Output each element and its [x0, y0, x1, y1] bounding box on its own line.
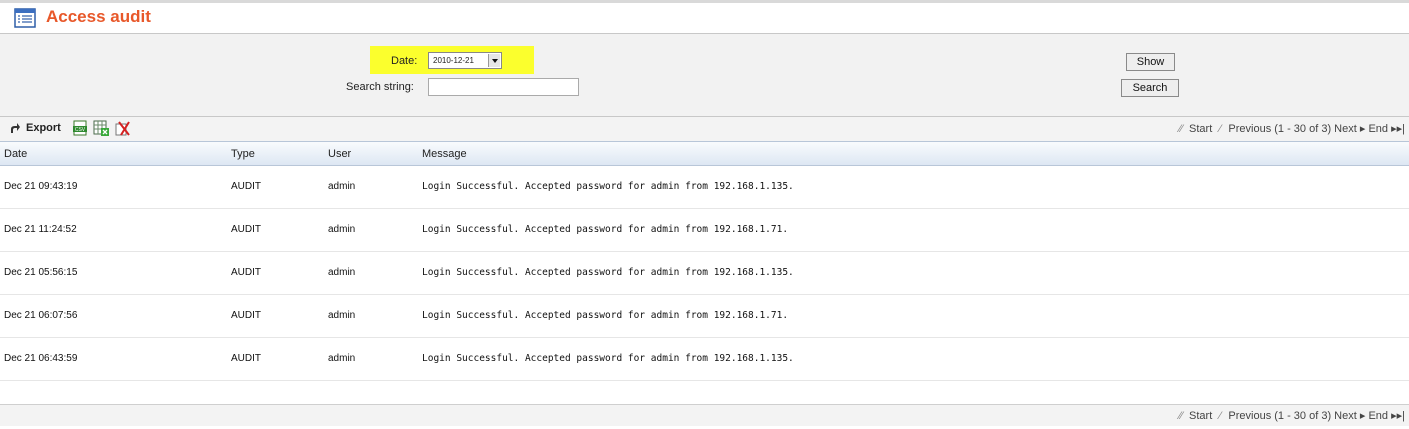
pager-bottom: ⁄⁄ Start ⁄ Previous (1 - 30 of 3) Next ▸… — [1176, 409, 1405, 425]
export-arrow-icon — [11, 123, 20, 133]
pager-range: (1 - 30 of 3) — [1274, 123, 1332, 135]
cell-user: admin — [328, 310, 356, 321]
date-select-value: 2010-12-21 — [433, 56, 474, 65]
excel-export-icon[interactable] — [93, 120, 109, 136]
bottom-pager-bar: ⁄⁄ Start ⁄ Previous (1 - 30 of 3) Next ▸… — [0, 404, 1409, 426]
svg-text:CSV: CSV — [75, 127, 86, 133]
date-label: Date: — [391, 55, 418, 67]
pager-next[interactable]: Next — [1334, 123, 1357, 135]
cell-user: admin — [328, 181, 356, 192]
table-row[interactable]: Dec 21 06:07:56 AUDIT admin Login Succes… — [0, 295, 1409, 338]
first-page-icon: ⁄⁄ — [1179, 410, 1183, 422]
table-row[interactable]: Dec 21 05:56:15 AUDIT admin Login Succes… — [0, 252, 1409, 295]
page-title: Access audit — [46, 7, 151, 26]
title-bar: Access audit — [0, 3, 1409, 33]
cell-message: Login Successful. Accepted password for … — [422, 224, 789, 235]
table-row[interactable]: Dec 21 11:24:52 AUDIT admin Login Succes… — [0, 209, 1409, 252]
cell-message: Login Successful. Accepted password for … — [422, 353, 794, 364]
column-header-message[interactable]: Message — [422, 148, 467, 160]
cell-date: Dec 21 06:43:59 — [4, 353, 78, 364]
filter-panel: Date: 2010-12-21 Search string: Show Sea… — [0, 33, 1409, 117]
show-button[interactable]: Show — [1126, 53, 1175, 71]
last-page-icon[interactable]: ▸▸| — [1391, 123, 1405, 135]
separator-icon: ⁄ — [1219, 123, 1222, 135]
next-page-icon[interactable]: ▸ — [1360, 123, 1366, 135]
table-list-icon — [14, 8, 36, 28]
cell-user: admin — [328, 353, 356, 364]
column-header-type[interactable]: Type — [231, 148, 255, 160]
delete-icon[interactable] — [115, 120, 131, 136]
column-header-user[interactable]: User — [328, 148, 351, 160]
pager-previous[interactable]: Previous — [1228, 123, 1271, 135]
cell-message: Login Successful. Accepted password for … — [422, 181, 794, 192]
cell-date: Dec 21 05:56:15 — [4, 267, 78, 278]
cell-user: admin — [328, 224, 356, 235]
pager-previous[interactable]: Previous — [1228, 410, 1271, 422]
date-select[interactable]: 2010-12-21 — [428, 52, 502, 69]
last-page-icon[interactable]: ▸▸| — [1391, 410, 1405, 422]
table-row[interactable]: Dec 21 09:43:19 AUDIT admin Login Succes… — [0, 166, 1409, 209]
chevron-down-icon[interactable] — [488, 54, 500, 67]
pager-end[interactable]: End — [1368, 410, 1388, 422]
next-page-icon[interactable]: ▸ — [1360, 410, 1366, 422]
separator-icon: ⁄ — [1219, 410, 1222, 422]
pager-top: ⁄⁄ Start ⁄ Previous (1 - 30 of 3) Next ▸… — [1176, 122, 1405, 138]
pager-start[interactable]: Start — [1189, 123, 1212, 135]
cell-type: AUDIT — [231, 267, 261, 278]
first-page-icon: ⁄⁄ — [1179, 123, 1183, 135]
export-label[interactable]: Export — [26, 122, 61, 134]
column-header-date[interactable]: Date — [4, 148, 27, 160]
cell-type: AUDIT — [231, 181, 261, 192]
cell-user: admin — [328, 267, 356, 278]
cell-date: Dec 21 06:07:56 — [4, 310, 78, 321]
cell-date: Dec 21 09:43:19 — [4, 181, 78, 192]
table-row[interactable]: Dec 21 06:43:59 AUDIT admin Login Succes… — [0, 338, 1409, 381]
search-button[interactable]: Search — [1121, 79, 1179, 97]
pager-next[interactable]: Next — [1334, 410, 1357, 422]
pager-range: (1 - 30 of 3) — [1274, 410, 1332, 422]
pager-end[interactable]: End — [1368, 123, 1388, 135]
search-label: Search string: — [346, 81, 414, 93]
cell-type: AUDIT — [231, 353, 261, 364]
table-header: Date Type User Message — [0, 141, 1409, 166]
pager-start[interactable]: Start — [1189, 410, 1212, 422]
toolbar: Export CSV ⁄⁄ Start ⁄ Previous (1 - 30 o… — [0, 117, 1409, 141]
cell-type: AUDIT — [231, 310, 261, 321]
cell-message: Login Successful. Accepted password for … — [422, 267, 794, 278]
search-input[interactable] — [428, 78, 579, 96]
cell-message: Login Successful. Accepted password for … — [422, 310, 789, 321]
cell-date: Dec 21 11:24:52 — [4, 224, 77, 235]
cell-type: AUDIT — [231, 224, 261, 235]
csv-export-icon[interactable]: CSV — [72, 120, 88, 136]
